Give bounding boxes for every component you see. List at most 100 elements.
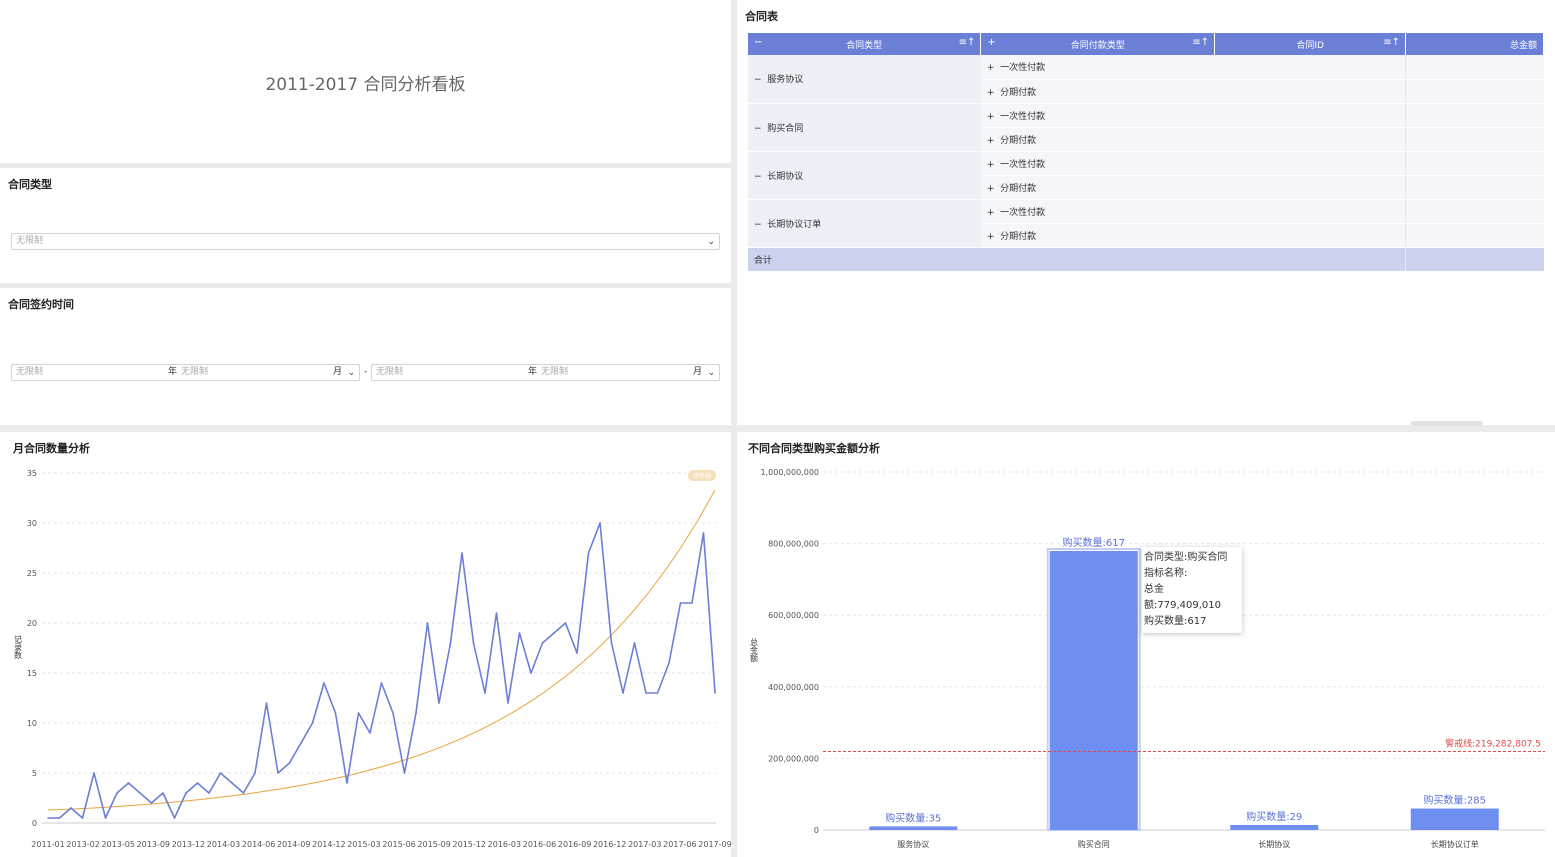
data-point [150, 802, 153, 804]
payment-cell[interactable]: + 一次性付款 [980, 151, 1215, 176]
data-point [576, 652, 578, 654]
payment-cell[interactable]: + 一次性付款 [980, 103, 1215, 128]
chevron-down-icon[interactable]: ⌄ [347, 366, 355, 381]
y-tick-label: 20 [27, 619, 37, 628]
chevron-down-icon[interactable]: ⌄ [707, 235, 715, 250]
data-point [346, 782, 348, 784]
expand-icon[interactable]: + [987, 63, 995, 73]
bar [869, 826, 958, 830]
start-month-value: 无限制 [181, 367, 209, 377]
start-date-select[interactable]: 无限制 年 无限制 月 ⌄ [11, 364, 360, 381]
x-tick-label: 2014-09 [277, 840, 310, 849]
contract-type-select[interactable]: 无限制 ⌄ [11, 233, 720, 250]
payment-cell[interactable]: + 分期付款 [980, 79, 1215, 104]
x-tick-label: 购买合同 [1078, 839, 1110, 849]
x-tick-label: 2013-05 [101, 840, 134, 849]
total-row: 合计 [748, 247, 1544, 272]
data-point [70, 807, 72, 809]
x-tick-label: 2011-01 [31, 840, 64, 849]
header-label: 合同ID [1296, 40, 1324, 51]
tooltip-line: 总金额:779,409,010 [1144, 584, 1221, 611]
data-point [656, 692, 659, 694]
payment-cell[interactable]: + 一次性付款 [980, 199, 1215, 224]
payment-cell[interactable]: + 分期付款 [980, 175, 1215, 200]
contract-time-filter-panel: 合同签约时间 无限制 年 无限制 月 ⌄ - 无限制 年 无限制 月 ⌄ [0, 288, 731, 425]
data-point [587, 552, 590, 554]
header-payment-type[interactable]: + 合同付款类型 ≡↑ [980, 33, 1216, 55]
data-point [162, 792, 164, 794]
horizontal-scrollbar[interactable] [1411, 421, 1483, 426]
collapse-icon[interactable]: − [754, 220, 762, 230]
contract-type-label: 购买合同 [767, 123, 804, 134]
data-point [380, 682, 383, 684]
expand-icon[interactable]: + [987, 160, 995, 170]
x-tick-label: 2016-03 [488, 840, 521, 849]
data-point [426, 622, 429, 624]
contract-type-filter-panel: 合同类型 无限制 ⌄ [0, 168, 731, 283]
header-label: 总金额 [1509, 40, 1537, 51]
header-total-amount[interactable]: 总金额 [1405, 33, 1544, 55]
x-tick-label: 2015-12 [453, 840, 486, 849]
x-tick-label: 2013-12 [172, 840, 205, 849]
total-amount-cell [1405, 79, 1544, 104]
payment-cell[interactable]: + 分期付款 [980, 127, 1215, 152]
expand-icon[interactable]: + [987, 232, 995, 242]
x-tick-label: 2015-03 [347, 840, 380, 849]
contract-table-panel: 合同表 − 合同类型 ≡↑ + 合同付款类型 ≡↑ 合同ID ≡↑ 总金额 − 服务协议 … [737, 0, 1555, 425]
collapse-all-icon[interactable]: − [754, 37, 762, 48]
y-tick-label: 0 [32, 819, 37, 828]
data-point [323, 682, 325, 684]
table-row: − 长期协议 + 一次性付款 [748, 151, 1544, 200]
x-tick-label: 长期协议订单 [1431, 839, 1479, 849]
end-date-select[interactable]: 无限制 年 无限制 月 ⌄ [371, 364, 720, 381]
expand-icon[interactable]: + [987, 88, 995, 98]
sort-icon[interactable]: ≡↑ [1192, 37, 1209, 48]
header-contract-type[interactable]: − 合同类型 ≡↑ [748, 33, 982, 55]
x-tick-label: 2014-03 [207, 840, 240, 849]
bar-data-label: 购买数量:35 [885, 811, 941, 824]
data-point [334, 712, 337, 714]
data-point [219, 772, 222, 774]
row-group-cell[interactable]: − 长期协议 [748, 151, 981, 200]
expand-icon[interactable]: + [987, 112, 995, 122]
contract-type-filter-title: 合同类型 [8, 178, 52, 191]
data-point [277, 772, 279, 774]
row-group-cell[interactable]: − 服务协议 [748, 55, 981, 104]
collapse-icon[interactable]: − [754, 172, 762, 182]
x-tick-label: 2017-09 [698, 840, 731, 849]
warning-line-label: 警戒线:219,282,807.5 [1445, 737, 1541, 749]
header-contract-id[interactable]: 合同ID ≡↑ [1214, 33, 1407, 55]
tooltip-line: 购买数量:617 [1144, 616, 1207, 627]
expand-icon[interactable]: + [987, 136, 995, 146]
series-line [48, 522, 716, 819]
y-tick-label: 400,000,000 [768, 683, 819, 692]
bar [1230, 824, 1319, 830]
chevron-down-icon[interactable]: ⌄ [707, 366, 715, 381]
payment-cell[interactable]: + 一次性付款 [980, 55, 1215, 80]
expand-all-icon[interactable]: + [987, 37, 995, 48]
sort-icon[interactable]: ≡↑ [959, 37, 976, 48]
sort-icon[interactable]: ≡↑ [1383, 37, 1400, 48]
start-month-unit: 月 [333, 367, 343, 377]
row-group-cell[interactable]: − 长期协议订单 [748, 199, 981, 248]
x-tick-label: 2014-06 [242, 840, 275, 849]
expand-icon[interactable]: + [987, 184, 995, 194]
row-group-cell[interactable]: − 购买合同 [748, 103, 981, 152]
payment-type-label: 一次性付款 [1000, 207, 1046, 218]
expand-icon[interactable]: + [987, 208, 995, 218]
y-axis-label: 总金额 [750, 637, 759, 663]
x-tick-label: 2013-02 [66, 840, 99, 849]
data-point [93, 772, 95, 774]
data-point [392, 712, 394, 714]
data-point [449, 642, 452, 644]
x-tick-label: 2016-06 [523, 840, 556, 849]
total-amount-cell [1405, 247, 1544, 272]
collapse-icon[interactable]: − [754, 124, 762, 134]
data-point [564, 622, 567, 624]
y-tick-label: 30 [27, 519, 37, 528]
data-point [438, 702, 440, 704]
total-amount-cell [1405, 127, 1544, 152]
bar [1410, 808, 1499, 830]
collapse-icon[interactable]: − [754, 75, 762, 85]
payment-cell[interactable]: + 分期付款 [980, 223, 1215, 248]
